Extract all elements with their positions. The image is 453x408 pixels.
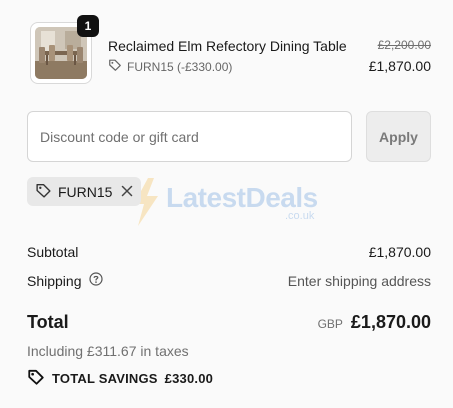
savings-label: TOTAL SAVINGS bbox=[52, 371, 158, 386]
final-price: £1,870.00 bbox=[368, 58, 431, 74]
subtotal-label: Subtotal bbox=[27, 244, 79, 260]
product-thumbnail: 1 bbox=[30, 15, 99, 84]
line-item: 1 Reclaimed Elm Refectory Dining Table F… bbox=[27, 15, 431, 86]
product-discount-code: FURN15 (-£330.00) bbox=[127, 59, 233, 74]
discount-code-input[interactable] bbox=[27, 111, 352, 162]
subtotal-row: Subtotal £1,870.00 bbox=[27, 244, 431, 260]
shipping-value: Enter shipping address bbox=[287, 272, 431, 289]
taxes-note: Including £311.67 in taxes bbox=[27, 343, 189, 359]
compare-price: £2,200.00 bbox=[377, 38, 431, 52]
quantity-badge: 1 bbox=[77, 15, 99, 37]
latestdeals-watermark: LatestDeals .co.uk bbox=[130, 178, 330, 230]
total-amount: £1,870.00 bbox=[350, 312, 431, 332]
total-row: Total GBP £1,870.00 bbox=[27, 312, 431, 333]
applied-code-chip: FURN15 bbox=[27, 177, 141, 206]
help-circle-icon[interactable] bbox=[88, 272, 103, 289]
savings-value: £330.00 bbox=[164, 371, 214, 386]
watermark-sub: .co.uk bbox=[285, 210, 315, 222]
order-summary: 1 Reclaimed Elm Refectory Dining Table F… bbox=[0, 0, 453, 408]
tag-icon bbox=[35, 182, 52, 202]
product-title: Reclaimed Elm Refectory Dining Table bbox=[108, 38, 347, 54]
discount-form: Apply bbox=[27, 111, 431, 162]
close-icon[interactable] bbox=[121, 183, 133, 200]
total-label: Total bbox=[27, 312, 69, 332]
total-value-group: GBP £1,870.00 bbox=[318, 312, 431, 333]
shipping-label-group: Shipping bbox=[27, 272, 103, 289]
subtotal-value: £1,870.00 bbox=[368, 244, 431, 260]
watermark-text: LatestDeals bbox=[166, 182, 318, 213]
shipping-row: Shipping Enter shipping address bbox=[27, 272, 431, 289]
product-discount: FURN15 (-£330.00) bbox=[108, 58, 232, 75]
tag-icon bbox=[27, 368, 45, 389]
shipping-label: Shipping bbox=[27, 272, 82, 289]
tag-icon bbox=[108, 58, 122, 75]
applied-code-label: FURN15 bbox=[58, 183, 113, 200]
total-savings: TOTAL SAVINGS £330.00 bbox=[27, 368, 213, 389]
currency-code: GBP bbox=[317, 317, 343, 331]
apply-button[interactable]: Apply bbox=[366, 111, 431, 162]
